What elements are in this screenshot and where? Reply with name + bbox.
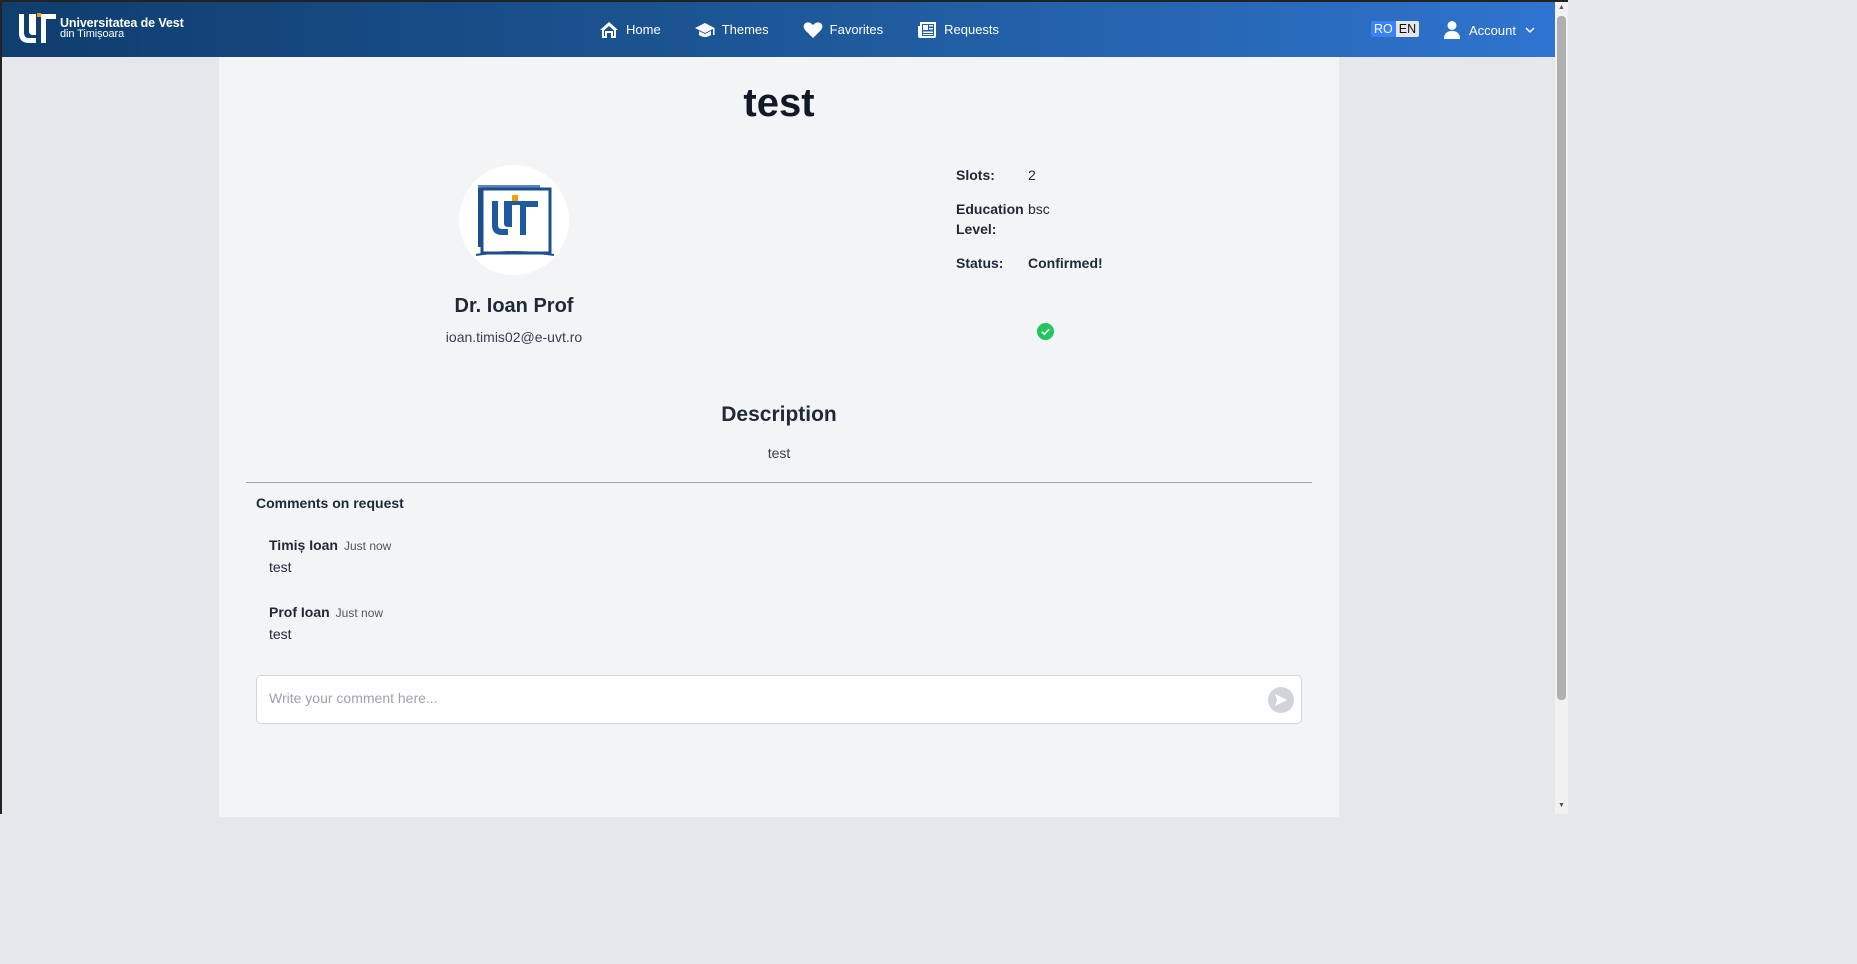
lang-ro-button[interactable]: RO [1371, 21, 1396, 37]
account-menu[interactable]: Account [1443, 20, 1536, 40]
request-detail-panel: test Dr. Ioan Prof ioan.timis02@e-uvt.ro… [219, 57, 1339, 817]
professor-avatar [459, 165, 569, 275]
nav-requests-label: Requests [944, 22, 1000, 37]
user-icon [1444, 21, 1460, 39]
education-row: Education Level: bsc [956, 199, 1103, 239]
comment-item: Prof Ioan Just now test [269, 604, 383, 642]
request-title: test [743, 81, 815, 125]
heart-icon [803, 21, 823, 38]
scroll-up-arrow-icon[interactable]: ▲ [1558, 4, 1565, 11]
lang-en-button[interactable]: EN [1395, 21, 1420, 37]
scrollbar-thumb[interactable] [1557, 16, 1566, 700]
slots-value: 2 [1028, 167, 1036, 183]
comment-item: Timiș Ioan Just now test [269, 537, 391, 575]
comment-composer [256, 675, 1302, 724]
nav-requests[interactable]: Requests [917, 21, 999, 39]
send-comment-button[interactable] [1268, 687, 1294, 713]
chevron-down-icon [1525, 27, 1535, 33]
uvt-logo-icon [19, 13, 56, 43]
home-icon [600, 21, 618, 38]
app-window: Universitatea de Vest din Timișoara Home… [0, 0, 1568, 817]
request-info: Slots: 2 Education Level: bsc Status: Co… [956, 165, 1103, 287]
comment-author: Timiș Ioan [269, 537, 338, 553]
nav-favorites[interactable]: Favorites [803, 21, 883, 39]
nav-home[interactable]: Home [599, 21, 661, 39]
brand-line-2: din Timișoara [60, 28, 125, 40]
status-value: Confirmed! [1028, 255, 1103, 271]
section-divider [246, 482, 1312, 483]
university-logo[interactable]: Universitatea de Vest din Timișoara [16, 11, 184, 47]
nav-themes[interactable]: Themes [694, 21, 769, 39]
page-scrollbar[interactable]: ▲ ▼ [1555, 2, 1568, 814]
nav-themes-label: Themes [721, 22, 769, 37]
description-heading: Description [721, 403, 837, 426]
professor-name: Dr. Ioan Prof [454, 295, 574, 317]
top-navbar: Universitatea de Vest din Timișoara Home… [2, 2, 1555, 57]
comment-body: test [269, 626, 292, 642]
slots-row: Slots: 2 [956, 165, 1103, 185]
newspaper-icon [918, 21, 937, 38]
status-row: Status: Confirmed! [956, 253, 1103, 273]
comment-author: Prof Ioan [269, 604, 330, 620]
slots-label: Slots: [956, 167, 995, 183]
description-text: test [767, 445, 791, 461]
graduation-cap-icon [694, 22, 715, 37]
comment-time: Just now [335, 606, 384, 620]
send-icon [1275, 694, 1287, 706]
comment-body: test [269, 559, 292, 575]
education-label: Education Level: [956, 201, 1024, 237]
language-switcher: RO EN [1371, 21, 1420, 37]
check-circle-icon [1037, 323, 1054, 340]
scroll-down-arrow-icon[interactable]: ▼ [1558, 802, 1565, 809]
comments-heading: Comments on request [256, 495, 404, 511]
nav-favorites-label: Favorites [829, 22, 884, 37]
comment-input[interactable] [269, 690, 1249, 706]
professor-email: ioan.timis02@e-uvt.ro [445, 329, 583, 345]
education-value: bsc [1028, 201, 1050, 217]
main-nav: Home Themes Favorites Requests [599, 2, 1033, 57]
nav-home-label: Home [626, 22, 661, 37]
account-label: Account [1469, 22, 1516, 38]
status-label: Status: [956, 255, 1004, 271]
comment-time: Just now [343, 539, 392, 553]
uvt-avatar-logo-icon [475, 185, 555, 256]
